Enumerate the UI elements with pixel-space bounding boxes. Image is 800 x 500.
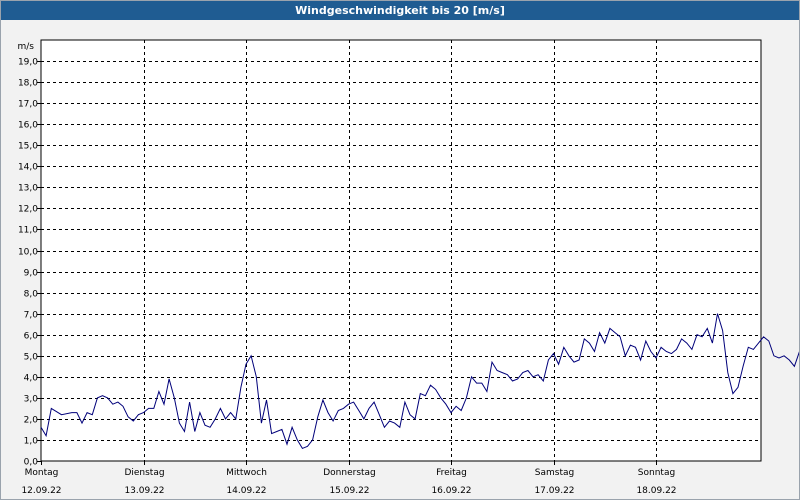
y-tick-label: 1,0 bbox=[24, 437, 39, 447]
y-tick-label: 18,0 bbox=[18, 79, 38, 89]
x-date-label: 14.09.22 bbox=[226, 486, 266, 496]
y-tick-label: 6,0 bbox=[24, 332, 39, 342]
x-date-label: 15.09.22 bbox=[329, 486, 369, 496]
x-day-label: Samstag bbox=[535, 468, 574, 478]
y-tick-label: 12,0 bbox=[18, 205, 38, 215]
y-tick-label: 7,0 bbox=[24, 311, 39, 321]
x-day-label: Donnerstag bbox=[323, 468, 376, 478]
chart-canvas: 0,0 1,0 2,0 3,0 4,0 5,0 6,0 7,0 8,0 9,0 10,0 11,0 12… bbox=[18, 39, 799, 496]
x-day-label: Montag bbox=[25, 468, 59, 478]
y-tick-label: 15,0 bbox=[18, 142, 38, 152]
x-day-label: Sonntag bbox=[638, 468, 675, 478]
y-tick-label: 8,0 bbox=[24, 290, 39, 300]
y-tick-label: 3,0 bbox=[24, 395, 39, 405]
x-date-label: 13.09.22 bbox=[124, 486, 164, 496]
y-tick-label: 13,0 bbox=[18, 184, 38, 194]
x-day-label: Mittwoch bbox=[226, 468, 267, 478]
y-tick-label: 2,0 bbox=[24, 416, 39, 426]
x-day-label: Dienstag bbox=[124, 468, 164, 478]
x-date-label: 12.09.22 bbox=[21, 486, 61, 496]
y-tick-label: 9,0 bbox=[24, 269, 39, 279]
x-day-label: Freitag bbox=[436, 468, 467, 478]
y-tick-label: 16,0 bbox=[18, 121, 38, 131]
y-tick-label: 10,0 bbox=[18, 248, 38, 258]
y-tick-label: 11,0 bbox=[18, 226, 38, 236]
y-tick-label: 17,0 bbox=[18, 100, 38, 110]
y-tick-label: 14,0 bbox=[18, 163, 38, 173]
y-tick-label: 5,0 bbox=[24, 353, 39, 363]
chart-window: Windgeschwindigkeit bis 20 [m/s] 0,0 1,0 2… bbox=[0, 0, 800, 500]
x-date-label: 17.09.22 bbox=[534, 486, 574, 496]
x-date-label: 16.09.22 bbox=[431, 486, 471, 496]
y-tick-label: 0,0 bbox=[24, 458, 39, 468]
y-tick-label: 4,0 bbox=[24, 374, 39, 384]
y-axis-unit-label: m/s bbox=[18, 42, 35, 52]
y-tick-label: 19,0 bbox=[18, 58, 38, 68]
x-date-label: 18.09.22 bbox=[636, 486, 676, 496]
